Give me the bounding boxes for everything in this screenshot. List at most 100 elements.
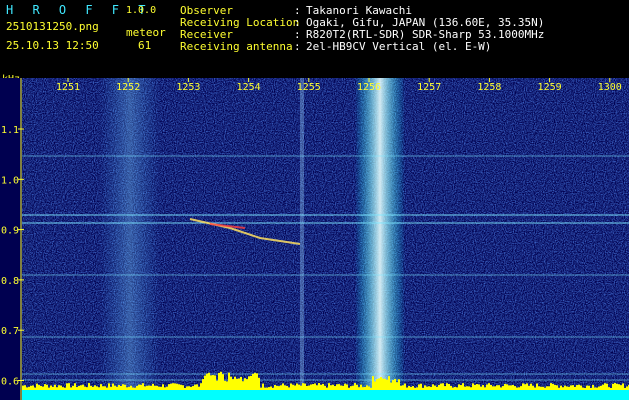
amplitude-spike [424, 385, 426, 390]
amplitude-spike [538, 386, 540, 390]
amplitude-spike [516, 387, 518, 390]
amplitude-spike [180, 384, 182, 390]
amplitude-spike [280, 385, 282, 390]
amplitude-spike [224, 380, 226, 390]
amplitude-spike [66, 383, 68, 390]
amplitude-spike [60, 385, 62, 390]
amplitude-spike [346, 384, 348, 390]
amplitude-spike [258, 377, 260, 390]
header-panel: H R O F F T 1.0.0 2510131250.png meteor … [0, 0, 629, 85]
amplitude-spike [236, 378, 238, 390]
amplitude-spike [510, 385, 512, 390]
amplitude-spike [76, 387, 78, 390]
amplitude-spike [528, 385, 530, 390]
amplitude-spike [548, 386, 550, 390]
amplitude-spike [52, 386, 54, 390]
field-value-antenna: 2el-HB9CV Vertical (el. E-W) [306, 40, 492, 53]
amplitude-spike [34, 387, 36, 390]
amplitude-spike [68, 383, 70, 390]
amplitude-spike [254, 372, 256, 390]
amplitude-spike [50, 385, 52, 390]
amplitude-spike [404, 383, 406, 390]
vertical-signal-band [355, 78, 405, 400]
amplitude-spike [460, 385, 462, 390]
amplitude-spike [354, 383, 356, 390]
amplitude-spike [162, 384, 164, 390]
amplitude-spike [202, 379, 204, 390]
amplitude-spike [320, 384, 322, 390]
vertical-faint-band [100, 78, 160, 400]
amplitude-spike [72, 385, 74, 390]
amplitude-spike [616, 383, 618, 390]
amplitude-spike [414, 387, 416, 390]
x-tick-label: 1253 [176, 82, 200, 93]
amplitude-spike [368, 386, 370, 390]
amplitude-spike [624, 387, 626, 390]
amplitude-spike [596, 387, 598, 390]
amplitude-spike [376, 379, 378, 390]
amplitude-spike [92, 386, 94, 390]
amplitude-spike [352, 385, 354, 390]
amplitude-spike [622, 383, 624, 390]
amplitude-spike [328, 383, 330, 390]
amplitude-spike [210, 375, 212, 390]
amplitude-spike [362, 387, 364, 390]
amplitude-spike [94, 385, 96, 390]
amplitude-spike [478, 384, 480, 390]
amplitude-spike [28, 386, 30, 390]
amplitude-spike [498, 385, 500, 390]
amplitude-spike [434, 385, 436, 390]
datetime: 25.10.13 12:50 [6, 39, 99, 52]
amplitude-spike [124, 384, 126, 390]
amplitude-spike [304, 383, 306, 390]
amplitude-spike [482, 385, 484, 390]
amplitude-spike [392, 380, 394, 390]
amplitude-spike [214, 375, 216, 390]
amplitude-spike [126, 387, 128, 390]
amplitude-spike [188, 386, 190, 390]
amplitude-spike [336, 384, 338, 390]
amplitude-spike [246, 379, 248, 390]
amplitude-spike [318, 383, 320, 390]
amplitude-spike [610, 387, 612, 390]
amplitude-spike [200, 383, 202, 390]
amplitude-spike [322, 383, 324, 390]
amplitude-spike [84, 386, 86, 390]
amplitude-spike [58, 385, 60, 390]
amplitude-spike [348, 387, 350, 390]
amplitude-spike [206, 373, 208, 390]
y-tick-label: 0.9 [1, 226, 19, 237]
amplitude-spike [324, 385, 326, 390]
amplitude-spike [310, 384, 312, 390]
amplitude-spike [450, 385, 452, 390]
amplitude-spike [292, 384, 294, 390]
amplitude-spike [96, 386, 98, 390]
amplitude-spike [62, 387, 64, 390]
amplitude-spike [44, 384, 46, 390]
amplitude-spike [420, 383, 422, 390]
amplitude-spike [612, 383, 614, 390]
amplitude-spike [194, 384, 196, 390]
amplitude-spike [176, 383, 178, 390]
amplitude-spike [78, 385, 80, 390]
amplitude-spike [556, 385, 558, 390]
amplitude-spike [38, 385, 40, 390]
amplitude-spike [356, 384, 358, 390]
x-tick-label: 1255 [297, 82, 321, 93]
amplitude-spike [584, 387, 586, 390]
amplitude-spike [344, 383, 346, 390]
amplitude-spike [300, 385, 302, 390]
amplitude-spike [130, 385, 132, 390]
amplitude-spike [250, 375, 252, 390]
amplitude-spike [228, 372, 230, 390]
amplitude-spike [248, 376, 250, 390]
amplitude-spike [506, 384, 508, 390]
amplitude-spike [164, 387, 166, 390]
amplitude-spike [48, 387, 50, 390]
amplitude-spike [326, 387, 328, 390]
amplitude-spike [416, 387, 418, 390]
amplitude-spike [302, 383, 304, 390]
amplitude-spike [260, 387, 262, 390]
amplitude-spike [226, 381, 228, 390]
amplitude-spike [144, 386, 146, 390]
